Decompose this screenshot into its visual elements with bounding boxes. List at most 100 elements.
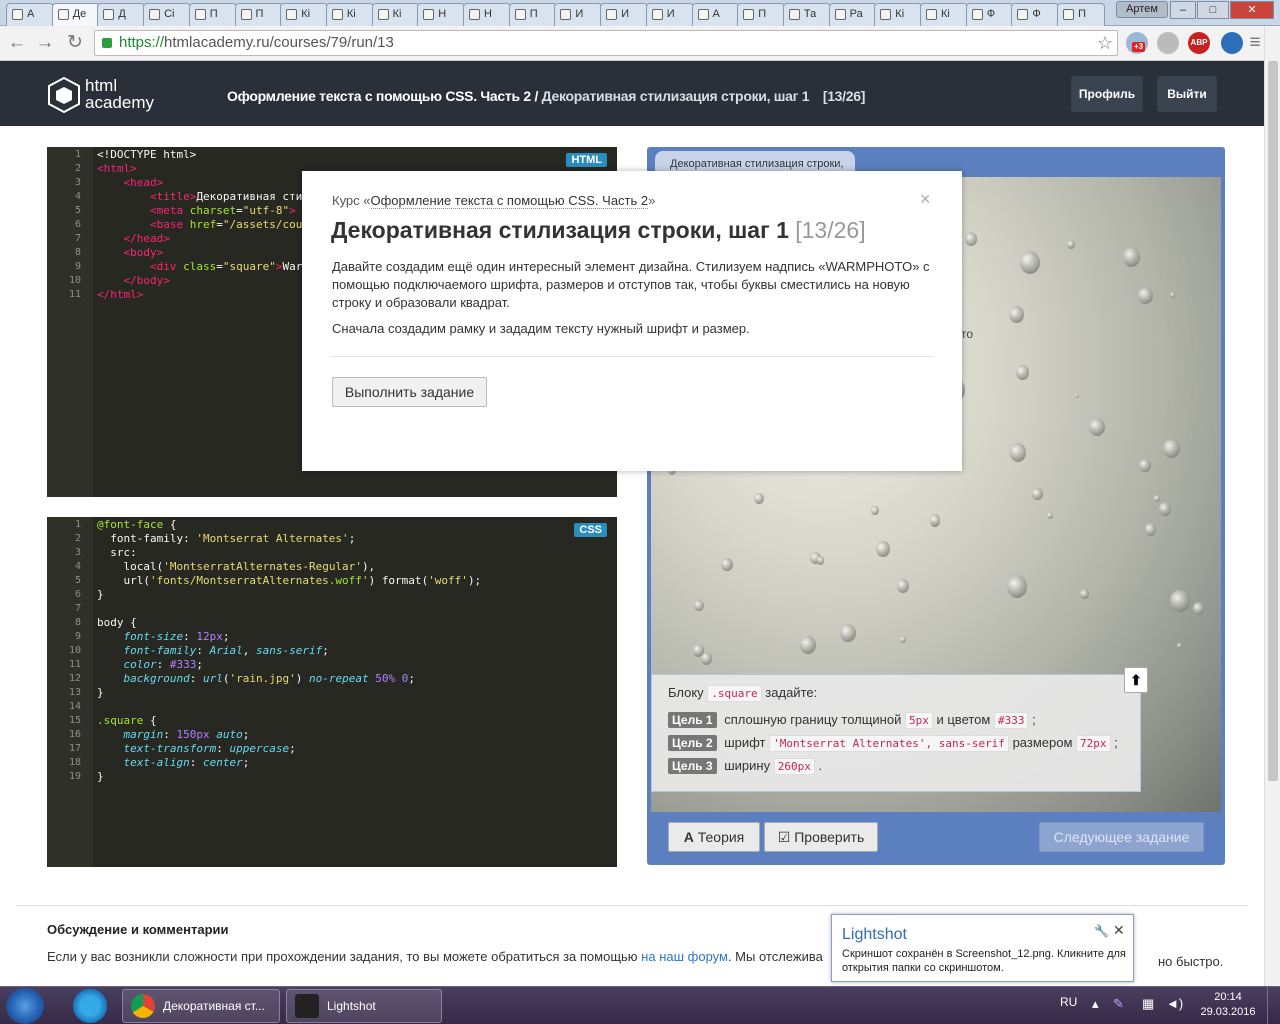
- rain-drop: [800, 636, 817, 655]
- page-scrollbar[interactable]: [1264, 26, 1280, 986]
- collapse-task-button[interactable]: ⬆: [1124, 667, 1148, 693]
- browser-tab[interactable]: Д: [97, 3, 146, 26]
- css-editor[interactable]: 1 2 3 4 5 6 7 8 9 10 11 12 13 14 15 16 17 18 19 CSS @font-…: [47, 517, 617, 867]
- menu-icon[interactable]: ≡: [1248, 30, 1262, 56]
- lightshot-message: Скриншот сохранён в Screenshot_12.png. К…: [842, 948, 1126, 974]
- address-bar[interactable]: https://htmlacademy.ru/courses/79/run/13…: [94, 30, 1118, 56]
- skype-icon[interactable]: [73, 989, 107, 1023]
- browser-tab[interactable]: Кі: [325, 3, 374, 26]
- browser-tab[interactable]: И: [554, 3, 603, 26]
- lightshot-notification[interactable]: Lightshot 🔧 ✕ Скриншот сохранён в Screen…: [831, 914, 1134, 982]
- goal-text1: шрифт: [724, 735, 766, 750]
- tab-label: Кі: [392, 8, 402, 20]
- line-number: 1: [74, 149, 81, 160]
- browser-tab[interactable]: Кі: [874, 3, 923, 26]
- forward-icon[interactable]: →: [32, 30, 58, 56]
- browser-tab[interactable]: П: [737, 3, 786, 26]
- tab-label: Кі: [346, 8, 356, 20]
- profile-button[interactable]: Профиль: [1071, 76, 1143, 112]
- close-icon[interactable]: ✕: [1113, 922, 1125, 939]
- browser-tab[interactable]: И: [645, 3, 694, 26]
- chrome-icon: [131, 994, 155, 1018]
- reload-icon[interactable]: ↻: [62, 30, 88, 56]
- lightshot-task-label: Lightshot: [327, 999, 376, 1013]
- tab-label: Ф: [1032, 8, 1041, 20]
- clock[interactable]: 20:14 29.03.2016: [1198, 990, 1258, 1020]
- rain-drop: [1046, 511, 1054, 520]
- browser-tab[interactable]: П: [508, 3, 557, 26]
- browser-tab[interactable]: Ф: [965, 3, 1014, 26]
- close-window-button[interactable]: ✕: [1230, 1, 1274, 19]
- rain-drop: [965, 232, 977, 247]
- volume-icon[interactable]: ◄): [1166, 996, 1183, 1011]
- show-desktop-button[interactable]: [1267, 987, 1280, 1024]
- tab-favicon-icon: [286, 9, 298, 20]
- line-number: 3: [74, 547, 81, 558]
- line-number: 19: [68, 771, 81, 782]
- browser-tab[interactable]: Кі: [371, 3, 420, 26]
- run-task-button[interactable]: Выполнить задание: [332, 377, 487, 407]
- browser-tab[interactable]: Н: [417, 3, 466, 26]
- browser-tab[interactable]: Кі: [280, 3, 329, 26]
- logout-button[interactable]: Выйти: [1157, 76, 1217, 112]
- tab-favicon-icon: [1063, 9, 1075, 20]
- html-code[interactable]: <!DOCTYPE html> <html> <head> <title>Дек…: [97, 148, 309, 302]
- browser-tab[interactable]: И: [600, 3, 649, 26]
- browser-toolbar: ← → ↻ https://htmlacademy.ru/courses/79/…: [0, 26, 1264, 61]
- browser-tab[interactable]: П: [234, 3, 283, 26]
- next-task-button[interactable]: Следующее задание: [1039, 822, 1204, 852]
- line-number: 18: [68, 757, 81, 768]
- logo-text[interactable]: html academy: [85, 77, 175, 111]
- browser-tab[interactable]: Н: [463, 3, 511, 26]
- pin-icon[interactable]: 🔧: [1094, 924, 1109, 938]
- tab-favicon-icon: [103, 9, 115, 20]
- network-icon[interactable]: ▦: [1142, 996, 1154, 1012]
- minimize-button[interactable]: –: [1170, 1, 1196, 19]
- check-label: Проверить: [794, 829, 865, 845]
- start-button[interactable]: [6, 988, 44, 1024]
- maximize-button[interactable]: □: [1197, 1, 1229, 19]
- goal-row: Цель 3 ширину 260px .: [668, 758, 822, 775]
- globe-icon[interactable]: [1221, 32, 1243, 54]
- modal-course-link[interactable]: Оформление текста с помощью CSS. Часть 2: [370, 193, 649, 209]
- browser-tab[interactable]: A: [6, 3, 54, 26]
- browser-tab[interactable]: А: [691, 3, 740, 26]
- line-number: 3: [74, 177, 81, 188]
- check-button[interactable]: ☑ Проверить: [764, 822, 878, 852]
- browser-tab[interactable]: Кі: [920, 3, 968, 26]
- line-number: 2: [74, 533, 81, 544]
- browser-tab[interactable]: Сі: [143, 3, 192, 26]
- goal-code1: 5px: [904, 712, 933, 729]
- task-panel: Блоку .square задайте: Цель 1 сплошную г…: [651, 674, 1141, 792]
- lightshot-task[interactable]: Lightshot: [286, 989, 442, 1023]
- language-indicator[interactable]: RU: [1060, 995, 1077, 1009]
- tab-label: A: [27, 8, 35, 20]
- browser-tab[interactable]: П: [1057, 3, 1106, 26]
- css-code[interactable]: @font-face { font-family: 'Montserrat Al…: [97, 518, 481, 784]
- task-intro-suffix: задайте:: [765, 685, 818, 700]
- chrome-task[interactable]: Декоративная ст...: [122, 989, 280, 1023]
- browser-tab[interactable]: Де: [51, 3, 100, 26]
- tab-label: Кі: [941, 8, 950, 20]
- forum-link[interactable]: на наш форум: [641, 949, 728, 964]
- modal-close-icon[interactable]: ×: [920, 189, 931, 210]
- theory-button[interactable]: A Теория: [668, 822, 760, 852]
- logo-icon[interactable]: [47, 76, 81, 114]
- line-number: 5: [74, 575, 81, 586]
- rain-drop: [929, 514, 941, 527]
- bookmark-star-icon[interactable]: ☆: [1097, 31, 1113, 55]
- lightshot-tray-icon[interactable]: ✎: [1113, 996, 1124, 1012]
- discussion-text-before: Если у вас возникли сложности при прохож…: [47, 949, 638, 964]
- adblock-icon[interactable]: ABP: [1188, 32, 1210, 54]
- back-icon[interactable]: ←: [4, 30, 30, 56]
- extension-icon[interactable]: +3: [1126, 32, 1148, 54]
- browser-tab[interactable]: Ра: [828, 3, 877, 26]
- shield-icon[interactable]: [1157, 32, 1179, 54]
- browser-tab[interactable]: Та: [782, 3, 831, 26]
- scrollbar-thumb[interactable]: [1268, 61, 1278, 781]
- browser-tab[interactable]: П: [188, 3, 237, 26]
- tray-expand-icon[interactable]: ▴: [1092, 996, 1099, 1012]
- profile-chip[interactable]: Артем: [1116, 1, 1168, 18]
- browser-tab[interactable]: Ф: [1011, 3, 1060, 26]
- line-number: 11: [68, 289, 81, 300]
